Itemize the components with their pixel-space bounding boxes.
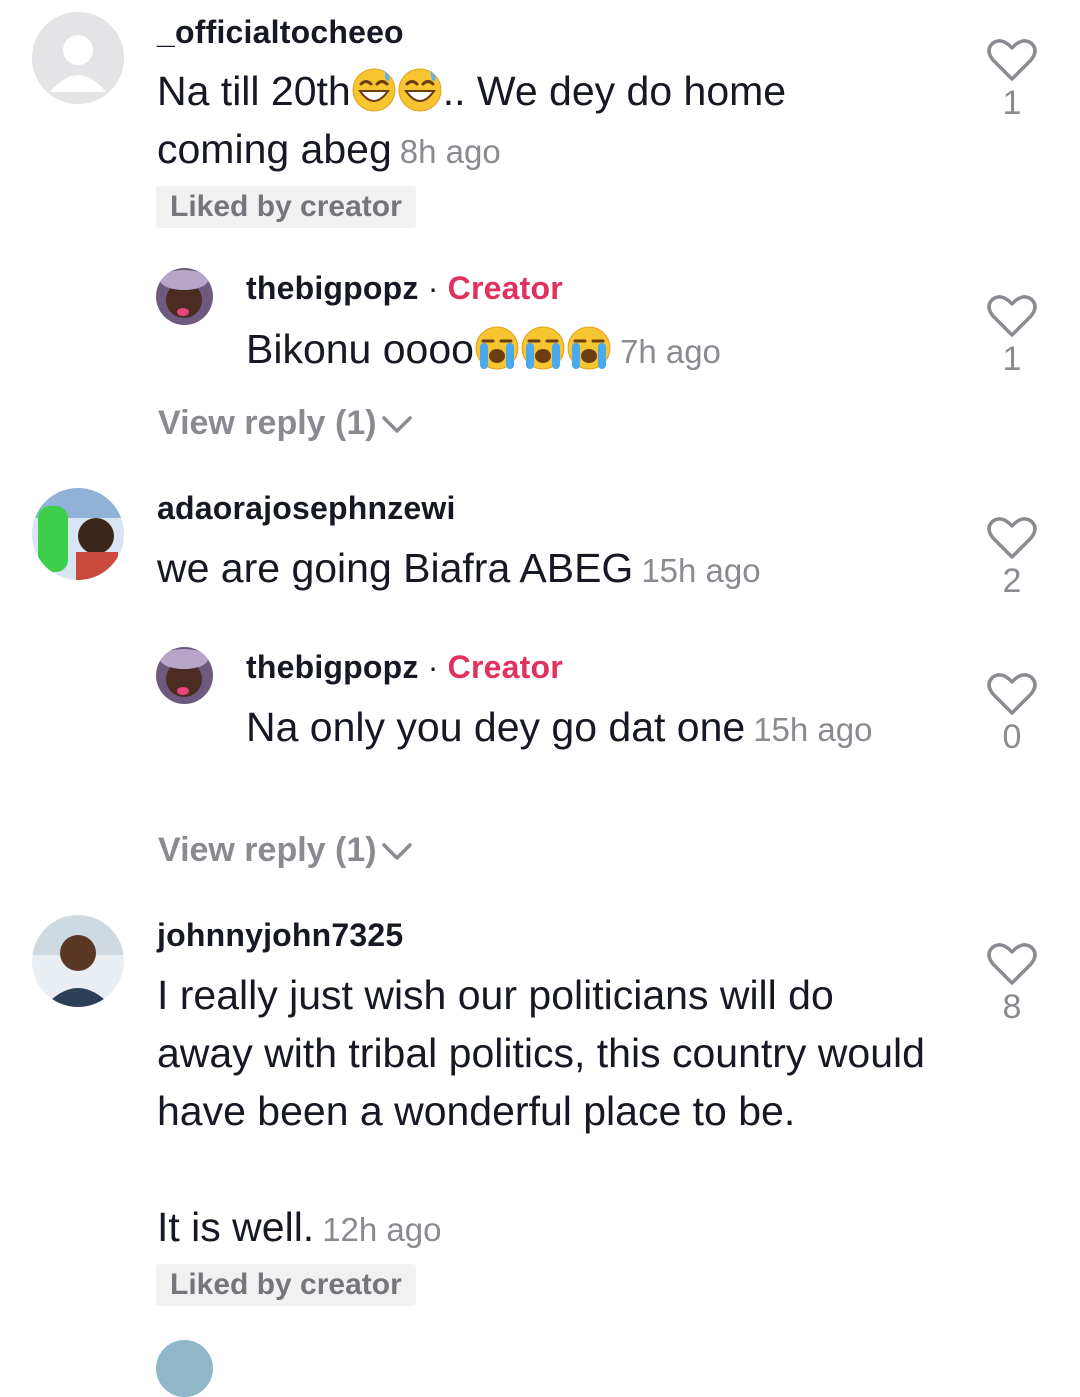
profile-photo	[32, 488, 124, 580]
avatar-thebigpopz[interactable]	[156, 268, 213, 325]
like-count: 8	[1002, 988, 1022, 1026]
like-button[interactable]: 2	[982, 516, 1042, 601]
reply-timestamp: 7h ago	[619, 333, 721, 370]
avatar-johnnyjohn7325[interactable]	[32, 915, 124, 1007]
profile-photo	[156, 1340, 213, 1397]
like-button[interactable]: 1	[982, 294, 1042, 379]
liked-by-creator-badge: Liked by creator	[156, 1264, 416, 1306]
comment-text: Na till 20th .. We dey do home coming ab…	[157, 68, 787, 172]
grinning-sweat-emoji	[398, 68, 442, 112]
view-replies-button[interactable]: View reply (1)	[158, 404, 413, 443]
reply-username[interactable]: thebigpopz · Creator	[246, 270, 563, 307]
profile-photo	[156, 268, 213, 325]
chevron-down-icon	[381, 416, 412, 433]
heart-icon	[987, 673, 1037, 715]
comment-timestamp: 8h ago	[399, 133, 501, 170]
loudly-crying-emoji	[475, 326, 519, 370]
avatar-thebigpopz[interactable]	[156, 647, 213, 704]
like-button[interactable]: 1	[982, 38, 1042, 123]
reply-username[interactable]: thebigpopz · Creator	[246, 649, 563, 686]
comment-username[interactable]: _officialtocheeo	[157, 14, 404, 51]
heart-icon	[987, 295, 1037, 337]
profile-photo	[32, 915, 124, 1007]
chevron-down-icon	[381, 843, 412, 860]
avatar-default[interactable]	[32, 12, 124, 104]
comment-text: I really just wish our politicians will …	[157, 972, 925, 1134]
heart-icon	[987, 943, 1037, 985]
like-count: 0	[1002, 718, 1022, 756]
loudly-crying-emoji	[521, 326, 565, 370]
loudly-crying-emoji	[567, 326, 611, 370]
liked-by-creator-badge: Liked by creator	[156, 186, 416, 228]
like-button[interactable]: 0	[982, 672, 1042, 757]
grinning-sweat-emoji	[352, 68, 396, 112]
comment-username[interactable]: johnnyjohn7325	[157, 917, 403, 954]
default-user-icon	[32, 12, 124, 104]
view-replies-button[interactable]: View reply (1)	[158, 831, 413, 870]
reply-text: Bikonu oooo 7h ago	[246, 326, 721, 372]
reply-timestamp: 15h ago	[753, 711, 873, 748]
heart-icon	[987, 39, 1037, 81]
comment-text-continued: It is well. 12h ago	[157, 1204, 442, 1250]
like-count: 1	[1002, 84, 1022, 122]
comment-timestamp: 15h ago	[641, 552, 761, 589]
like-count: 1	[1002, 340, 1022, 378]
heart-icon	[987, 517, 1037, 559]
avatar-next-reply[interactable]	[156, 1340, 213, 1397]
like-count: 2	[1002, 562, 1022, 600]
comment-username[interactable]: adaorajosephnzewi	[157, 490, 456, 527]
creator-label: Creator	[447, 270, 563, 306]
comment-text: we are going Biafra ABEG 15h ago	[157, 545, 761, 591]
like-button[interactable]: 8	[982, 942, 1042, 1027]
avatar-adaorajosephnzewi[interactable]	[32, 488, 124, 580]
comment-timestamp: 12h ago	[322, 1211, 442, 1248]
profile-photo	[156, 647, 213, 704]
reply-text: Na only you dey go dat one 15h ago	[246, 704, 873, 750]
creator-label: Creator	[447, 649, 563, 685]
